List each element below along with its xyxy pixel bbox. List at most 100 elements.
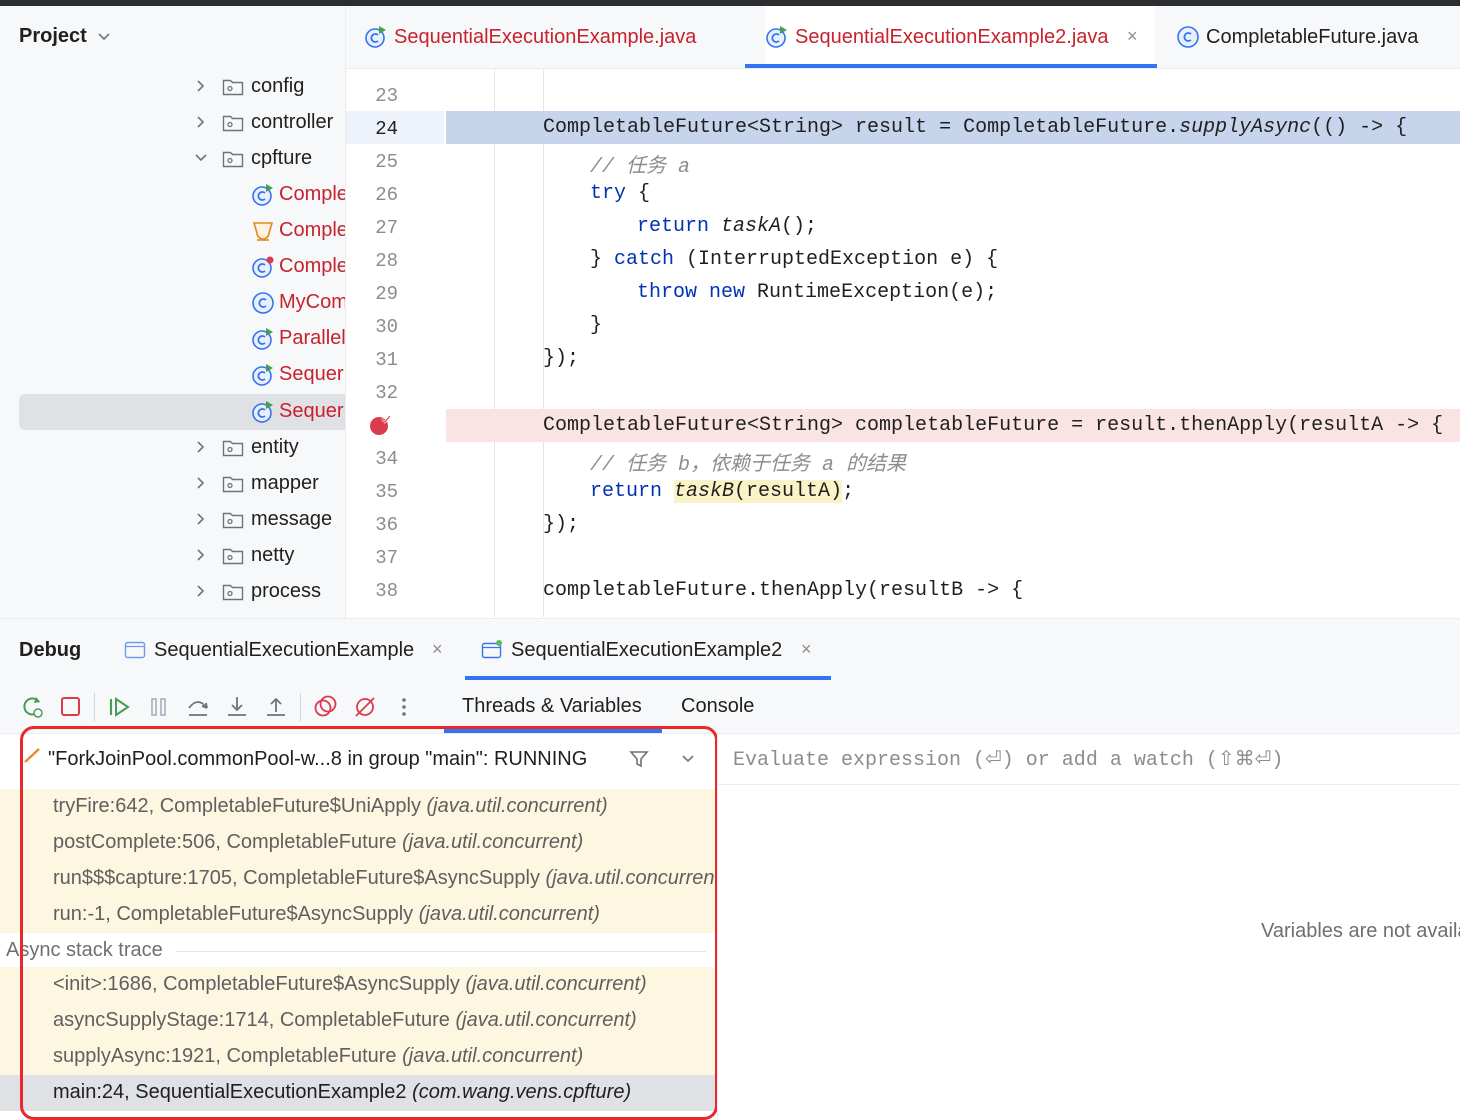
tab-sequential-execution-example2[interactable]: SequentialExecutionExample2.java × (745, 6, 1157, 68)
code-line: // 任务 a (446, 149, 1460, 182)
code-token: (() -> { (1311, 116, 1408, 139)
tree-class-item[interactable]: Sequer (0, 357, 345, 393)
tree-label: Sequer (279, 363, 344, 385)
tree-class-item[interactable]: Parallel (0, 321, 345, 357)
chevron-right-icon[interactable] (194, 115, 208, 129)
rerun-debug-icon[interactable] (20, 694, 46, 720)
tree-folder-controller[interactable]: controller (0, 105, 345, 141)
stop-icon[interactable] (58, 694, 84, 720)
tree-class-item[interactable]: Comple (0, 213, 345, 249)
java-main-class-icon (365, 26, 386, 48)
code-token: } (590, 314, 603, 337)
code-comment: // 任务 a (590, 156, 691, 179)
code-line: } catch (InterruptedException e) { (446, 248, 1460, 281)
package-icon (222, 512, 244, 529)
code-line: // 任务 b，依赖于任务 a 的结果 (446, 447, 1460, 480)
java-class-icon (252, 292, 274, 314)
tree-class-item[interactable]: Comple (0, 249, 345, 285)
tree-folder-config[interactable]: config (0, 69, 345, 105)
tab-console[interactable]: Console (681, 695, 754, 718)
java-main-class-icon (766, 26, 787, 48)
chevron-right-icon[interactable] (194, 512, 208, 526)
project-panel: Project config controller cpfture Comple… (0, 6, 346, 618)
evaluate-expression-input[interactable]: Evaluate expression (⏎) or add a watch (… (733, 746, 1283, 772)
pause-icon[interactable] (146, 694, 172, 720)
tree-folder-netty[interactable]: netty (0, 538, 345, 574)
code-token: taskB (674, 480, 735, 503)
tree-label: config (251, 75, 305, 97)
code-line: return taskA(); (446, 215, 1460, 248)
step-over-icon[interactable] (185, 694, 211, 720)
code-token: { (626, 182, 651, 205)
code-line: }); (446, 513, 1460, 546)
more-options-icon[interactable] (391, 694, 417, 720)
code-keyword: new (709, 281, 746, 304)
code-token: completableFuture.thenApply(resultB -> { (543, 579, 1024, 602)
tab-label: SequentialExecutionExample2.java (795, 26, 1109, 48)
code-token: }); (543, 513, 580, 536)
line-number: 31 (375, 349, 398, 371)
chevron-right-icon[interactable] (194, 584, 208, 598)
chevron-right-icon[interactable] (194, 79, 208, 93)
chevron-right-icon[interactable] (194, 548, 208, 562)
debug-tab-sequential-execution-example2[interactable]: SequentialExecutionExample2 × (481, 619, 821, 681)
line-number: 30 (375, 316, 398, 338)
tree-label: process (251, 580, 322, 602)
step-out-icon[interactable] (263, 694, 289, 720)
line-number: 23 (375, 85, 398, 107)
code-keyword: try (590, 182, 627, 205)
code-token: CompletableFuture<String> completableFut… (543, 414, 1444, 437)
package-icon (222, 151, 244, 168)
code-line: completableFuture.thenApply(resultB -> { (446, 579, 1460, 612)
tab-sequential-execution-example[interactable]: SequentialExecutionExample.java (364, 6, 724, 68)
tree-folder-cpfture[interactable]: cpfture (0, 141, 345, 177)
chevron-right-icon[interactable] (194, 476, 208, 490)
active-tab-indicator (745, 64, 1157, 68)
code-editor[interactable]: CompletableFuture<String> result = Compl… (446, 69, 1460, 617)
code-line: return taskB(resultA); (446, 480, 1460, 513)
tree-label: Comple (279, 183, 346, 205)
tab-threads-variables[interactable]: Threads & Variables (462, 695, 642, 718)
debug-tabbar: Debug SequentialExecutionExample × Seque… (0, 618, 1460, 681)
code-token: taskA (721, 215, 782, 238)
step-into-icon[interactable] (224, 694, 250, 720)
view-breakpoints-icon[interactable] (312, 694, 338, 720)
project-title: Project (19, 25, 87, 47)
java-main-class-icon (252, 364, 273, 386)
tree-class-item[interactable]: MyCom (0, 285, 345, 321)
line-number: 25 (375, 151, 398, 173)
tree-folder-message[interactable]: message (0, 502, 345, 538)
chevron-down-icon[interactable] (194, 151, 208, 165)
tree-folder-process[interactable]: process (0, 574, 345, 610)
close-icon[interactable]: × (801, 639, 812, 660)
tree-folder-mapper[interactable]: mapper (0, 466, 345, 502)
close-icon[interactable]: × (432, 639, 443, 660)
project-header[interactable]: Project (0, 6, 345, 68)
debug-tab-label: SequentialExecutionExample (154, 639, 415, 661)
line-number: 35 (375, 481, 398, 503)
chevron-down-icon[interactable] (97, 31, 111, 43)
java-main-class-icon (252, 184, 273, 206)
tree-label: message (251, 508, 333, 530)
line-number: 26 (375, 184, 398, 206)
tree-label: MyCom (279, 291, 346, 313)
line-number: 36 (375, 514, 398, 536)
close-icon[interactable]: × (1127, 26, 1138, 47)
chevron-right-icon[interactable] (194, 440, 208, 454)
code-token: CompletableFuture<String> result = Compl… (543, 116, 1180, 139)
code-keyword: return (590, 480, 663, 503)
tab-label: CompletableFuture.java (1206, 26, 1419, 48)
run-config-icon (124, 641, 146, 659)
breakpoint-icon[interactable] (369, 414, 391, 436)
resume-icon[interactable] (106, 694, 132, 720)
tree-folder-entity[interactable]: entity (0, 430, 345, 466)
tree-class-item-selected[interactable]: Sequer (0, 394, 345, 430)
code-line-breakpoint: CompletableFuture<String> completableFut… (446, 409, 1460, 442)
tree-class-item[interactable]: Comple (0, 177, 345, 213)
mute-breakpoints-icon[interactable] (352, 694, 378, 720)
package-icon (222, 548, 244, 565)
code-comment: // 任务 b，依赖于任务 a 的结果 (590, 454, 907, 477)
debug-tab-sequential-execution-example[interactable]: SequentialExecutionExample × (124, 619, 454, 681)
tab-completable-future[interactable]: CompletableFuture.java (1176, 6, 1456, 68)
